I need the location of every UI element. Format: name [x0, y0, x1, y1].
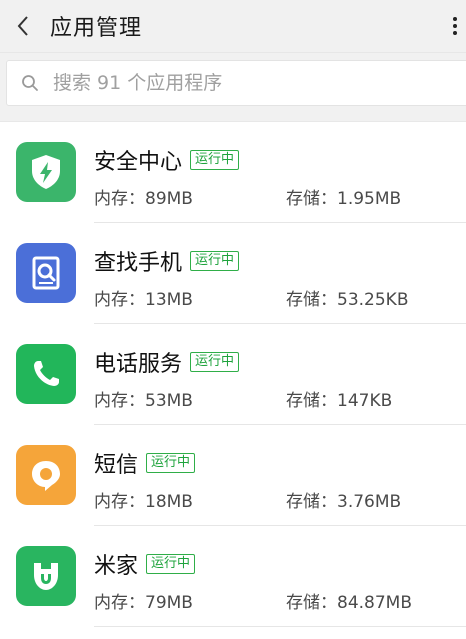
phone-icon — [16, 344, 76, 404]
storage-usage: 存储：84.87MB — [286, 593, 412, 613]
list-item[interactable]: 查找手机 运行中 内存：13MB 存储：53.25KB — [0, 223, 466, 324]
status-badge: 运行中 — [146, 554, 196, 574]
storage-usage: 存储：1.95MB — [286, 189, 402, 209]
page-title: 应用管理 — [50, 16, 143, 41]
list-item[interactable]: 米家 运行中 内存：79MB 存储：84.87MB — [0, 526, 466, 627]
mijia-icon — [16, 546, 76, 606]
shield-bolt-icon — [16, 142, 76, 202]
memory-usage: 内存：53MB — [94, 391, 193, 411]
search-input[interactable] — [53, 72, 453, 94]
memory-usage: 内存：13MB — [94, 290, 193, 310]
search-bar — [0, 53, 466, 121]
memory-usage: 内存：18MB — [94, 492, 193, 512]
status-badge: 运行中 — [190, 352, 240, 372]
memory-usage: 内存：79MB — [94, 593, 193, 613]
app-name: 电话服务 — [94, 352, 183, 377]
search-icon — [7, 74, 53, 92]
app-name: 米家 — [94, 554, 139, 579]
app-name: 安全中心 — [94, 150, 183, 175]
divider — [94, 626, 466, 627]
search-box[interactable] — [6, 60, 466, 106]
status-badge: 运行中 — [190, 150, 240, 170]
app-list: 安全中心 运行中 内存：89MB 存储：1.95MB 查找手机 运行中 内存：1… — [0, 121, 466, 627]
more-menu-icon[interactable] — [448, 12, 462, 40]
memory-usage: 内存：89MB — [94, 189, 193, 209]
message-icon — [16, 445, 76, 505]
storage-usage: 存储：147KB — [286, 391, 393, 411]
status-badge: 运行中 — [146, 453, 196, 473]
list-item[interactable]: 电话服务 运行中 内存：53MB 存储：147KB — [0, 324, 466, 425]
top-bar: 应用管理 — [0, 0, 466, 53]
list-item[interactable]: 短信 运行中 内存：18MB 存储：3.76MB — [0, 425, 466, 526]
list-item[interactable]: 安全中心 运行中 内存：89MB 存储：1.95MB — [0, 122, 466, 223]
app-name: 查找手机 — [94, 251, 183, 276]
search-phone-icon — [16, 243, 76, 303]
storage-usage: 存储：53.25KB — [286, 290, 409, 310]
back-arrow-icon — [17, 16, 28, 36]
storage-usage: 存储：3.76MB — [286, 492, 402, 512]
back-button[interactable] — [0, 0, 46, 52]
app-name: 短信 — [94, 453, 139, 478]
status-badge: 运行中 — [190, 251, 240, 271]
